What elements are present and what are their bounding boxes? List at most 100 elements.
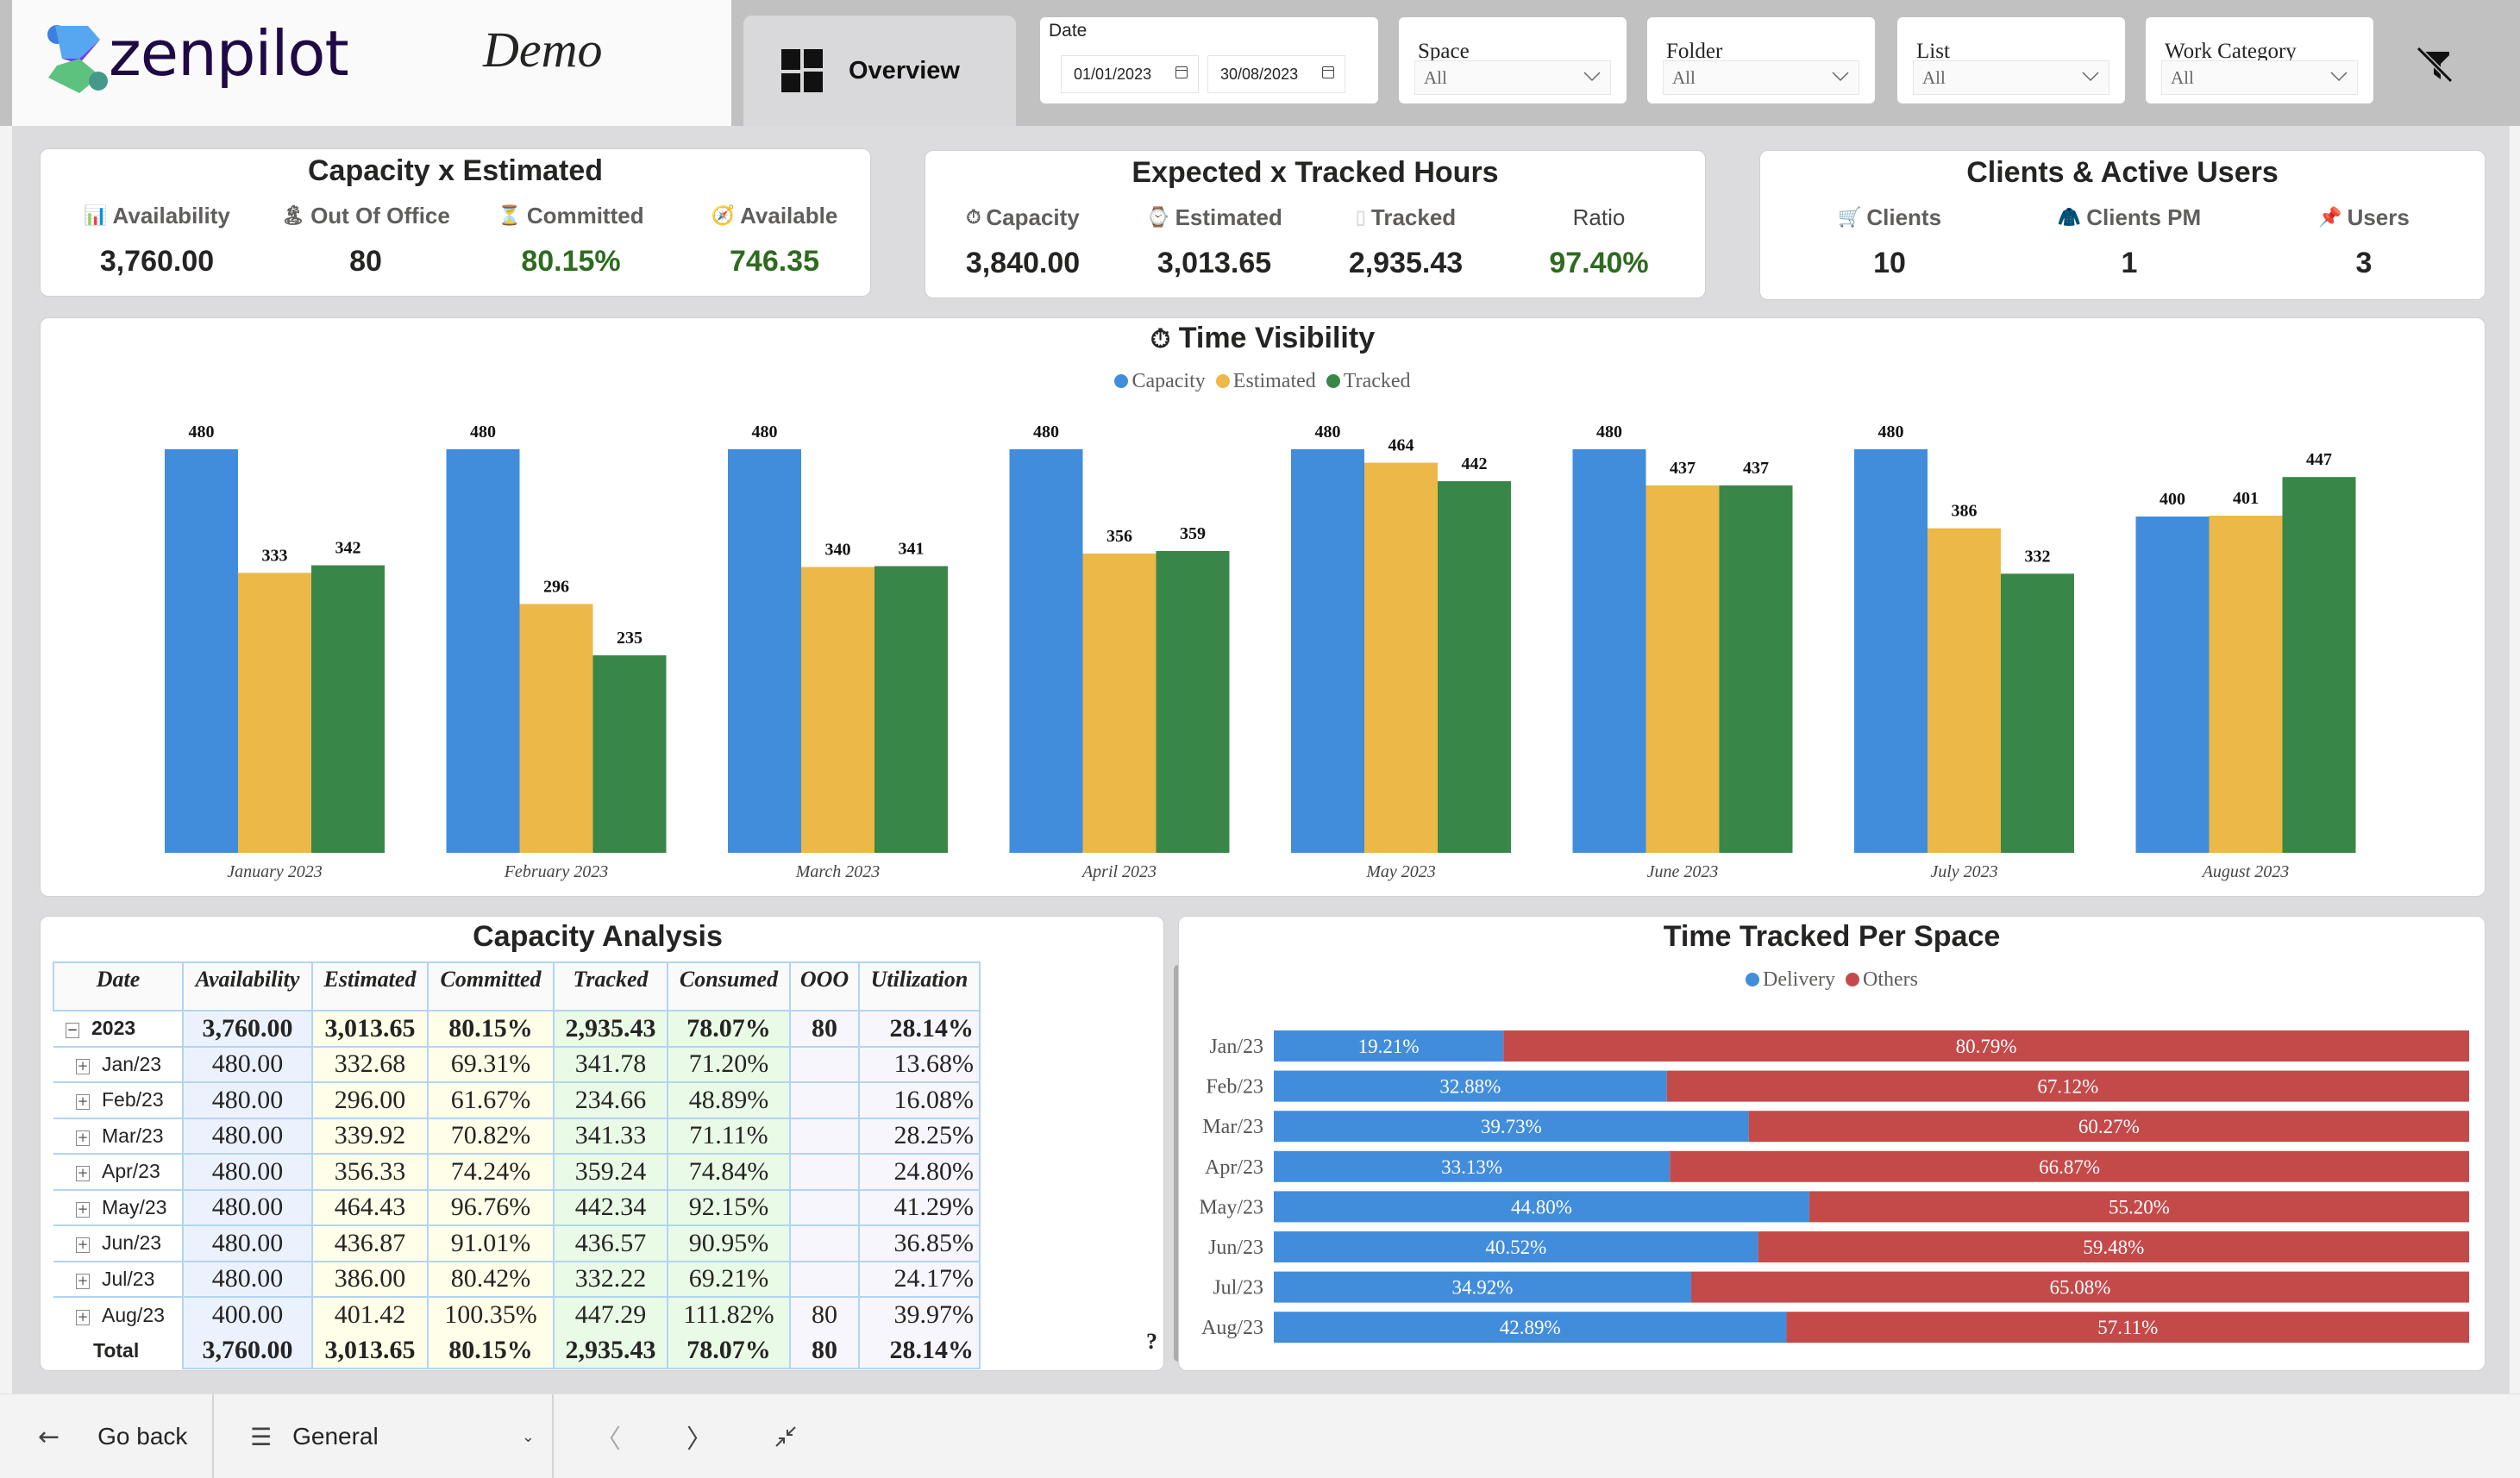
table-cell: 339.92	[311, 1118, 429, 1155]
bar-tracked[interactable]	[874, 566, 948, 853]
bar-capacity[interactable]	[1291, 449, 1364, 853]
column-header-ooo[interactable]: OOO	[789, 961, 860, 1011]
hourglass-icon: ⏳	[498, 204, 522, 226]
bar-tracked[interactable]	[1719, 485, 1793, 853]
column-header-availability[interactable]: Availability	[182, 961, 313, 1011]
bar-tracked[interactable]	[311, 565, 385, 853]
data-label: 57.11%	[2097, 1317, 2158, 1338]
data-label: 333	[262, 546, 288, 565]
bar-capacity[interactable]	[165, 449, 238, 853]
collapse-icon[interactable]: −	[66, 1023, 79, 1039]
bar-estimated[interactable]	[1364, 462, 1438, 853]
bar-capacity[interactable]	[1572, 449, 1646, 853]
table-cell: 332.68	[311, 1046, 429, 1083]
clients-users-card: Clients & Active Users 🛒 Clients 10 🧥 Clie…	[1759, 150, 2486, 300]
data-label: 55.20%	[2109, 1196, 2170, 1218]
bar-tracked[interactable]	[2001, 573, 2074, 853]
next-page-button[interactable]: 〉	[686, 1394, 712, 1478]
row-label: Aug/23	[102, 1303, 165, 1326]
chevron-down-icon: ⌄	[521, 1427, 535, 1446]
go-back-button[interactable]: ← Go back	[38, 1394, 187, 1478]
bar-tracked[interactable]	[592, 654, 667, 853]
fit-to-page-button[interactable]	[774, 1394, 797, 1478]
end-date-input[interactable]: 30/08/2023	[1207, 55, 1345, 93]
x-tick-label: August 2023	[2201, 862, 2290, 881]
kpi-users: 📌 Users 3	[2269, 204, 2459, 280]
y-tick-label: Feb/23	[1206, 1076, 1263, 1099]
table-cell	[789, 1261, 860, 1298]
column-header-committed[interactable]: Committed	[427, 961, 555, 1011]
table-row: + Feb/23 480.00 296.00 61.67% 234.66 48.89% 16.…	[53, 1082, 981, 1119]
stopwatch-icon: ⏱	[966, 206, 981, 228]
tab-overview[interactable]: Overview	[743, 16, 1016, 126]
data-label: 65.08%	[2050, 1277, 2111, 1299]
space-dropdown-value: All	[1424, 67, 1447, 88]
bar-capacity[interactable]	[1009, 449, 1083, 853]
column-header-tracked[interactable]: Tracked	[553, 961, 668, 1011]
data-label: 34.92%	[1452, 1277, 1514, 1299]
list-dropdown[interactable]: All	[1913, 60, 2109, 95]
bar-estimated[interactable]	[1082, 553, 1157, 853]
bar-chart-icon: 📊	[84, 204, 108, 226]
column-header-utilization[interactable]: Utilization	[858, 961, 981, 1011]
filter-clear-icon[interactable]	[2415, 45, 2454, 85]
y-tick-label: Mar/23	[1202, 1116, 1263, 1138]
data-label: 437	[1670, 459, 1696, 478]
bar-tracked[interactable]	[1438, 481, 1511, 853]
row-label-cell: + Aug/23	[53, 1297, 184, 1333]
calendar-icon[interactable]	[1322, 66, 1334, 78]
folder-dropdown[interactable]: All	[1663, 60, 1859, 95]
expand-icon[interactable]: +	[76, 1166, 90, 1182]
table-cell: 3,760.00	[182, 1332, 313, 1369]
bar-estimated[interactable]	[2209, 516, 2283, 853]
bar-estimated[interactable]	[238, 573, 311, 853]
expand-icon[interactable]: +	[76, 1237, 90, 1254]
column-header-estimated[interactable]: Estimated	[311, 961, 429, 1011]
table-cell: 480.00	[182, 1046, 313, 1083]
chevron-left-icon: 〈	[595, 1425, 621, 1455]
bar-estimated[interactable]	[519, 604, 593, 853]
bar-estimated[interactable]	[1646, 485, 1720, 853]
bar-tracked[interactable]	[1156, 550, 1230, 853]
row-label: Jul/23	[102, 1267, 155, 1290]
column-header-date[interactable]: Date	[53, 961, 184, 1011]
x-tick-label: April 2023	[1081, 862, 1157, 881]
expand-icon[interactable]: +	[76, 1094, 90, 1111]
pushpin-icon: 📌	[2318, 206, 2342, 228]
bar-capacity[interactable]	[728, 449, 801, 853]
bar-capacity[interactable]	[446, 449, 520, 853]
space-dropdown[interactable]: All	[1414, 60, 1611, 95]
expand-icon[interactable]: +	[76, 1130, 90, 1146]
bar-capacity[interactable]	[2135, 517, 2210, 853]
kpi-label: Available	[740, 203, 838, 229]
data-label: 33.13%	[1441, 1156, 1502, 1178]
table-cell: 24.17%	[858, 1261, 981, 1298]
menu-icon: ☰	[250, 1422, 273, 1451]
table-cell: 28.14%	[858, 1011, 981, 1048]
previous-page-button[interactable]: 〈	[595, 1394, 621, 1478]
table-cell: 91.01%	[427, 1225, 555, 1262]
table-title: Capacity Analysis	[473, 920, 723, 953]
table-cell: 69.31%	[427, 1046, 555, 1083]
table-cell	[789, 1225, 860, 1262]
bar-estimated[interactable]	[801, 567, 874, 854]
bar-estimated[interactable]	[1928, 528, 2001, 853]
table-cell: 356.33	[311, 1154, 429, 1191]
data-label: 42.89%	[1500, 1317, 1561, 1338]
start-date-input[interactable]: 01/01/2023	[1061, 55, 1199, 93]
expand-icon[interactable]: +	[76, 1058, 90, 1074]
bar-capacity[interactable]	[1854, 449, 1928, 853]
work-category-dropdown[interactable]: All	[2161, 60, 2358, 95]
zenpilot-logo-icon	[47, 25, 108, 93]
expand-icon[interactable]: +	[76, 1273, 90, 1289]
expand-icon[interactable]: +	[76, 1201, 90, 1218]
calendar-icon[interactable]	[1175, 66, 1188, 78]
y-tick-label: May/23	[1199, 1196, 1263, 1218]
table-cell: 359.24	[553, 1154, 668, 1191]
table-cell: 111.82%	[667, 1297, 791, 1333]
table-cell: 3,013.65	[311, 1332, 429, 1369]
bar-tracked[interactable]	[2282, 477, 2356, 853]
expand-icon[interactable]: +	[76, 1309, 90, 1325]
column-header-consumed[interactable]: Consumed	[667, 961, 791, 1011]
page-select[interactable]: ☰ General ⌄	[250, 1394, 535, 1478]
